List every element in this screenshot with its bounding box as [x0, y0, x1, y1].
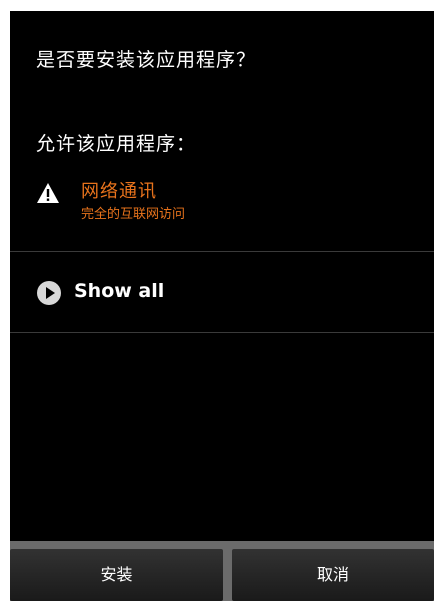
permission-item: 网络通讯 完全的互联网访问 — [36, 177, 426, 225]
show-all-label: Show all — [74, 280, 165, 302]
divider — [10, 332, 434, 333]
permission-subtitle: 完全的互联网访问 — [81, 207, 186, 222]
install-question: 是否要安装该应用程序？ — [36, 49, 257, 71]
permission-title: 网络通讯 — [81, 181, 157, 202]
cancel-button[interactable]: 取消 — [232, 549, 434, 601]
play-icon — [37, 281, 61, 305]
dialog-content: 是否要安装该应用程序？ 允许该应用程序： 网络通讯 完全的互联网访问 Show … — [10, 11, 434, 601]
button-bar: 安装 取消 — [10, 541, 434, 601]
warning-icon — [36, 182, 60, 204]
show-all-button[interactable]: Show all — [10, 252, 434, 332]
install-dialog-screen: 是否要安装该应用程序？ 允许该应用程序： 网络通讯 完全的互联网访问 Show … — [0, 0, 434, 601]
allow-permissions-heading: 允许该应用程序： — [36, 133, 197, 155]
install-button[interactable]: 安装 — [10, 549, 223, 601]
top-border — [0, 0, 434, 11]
